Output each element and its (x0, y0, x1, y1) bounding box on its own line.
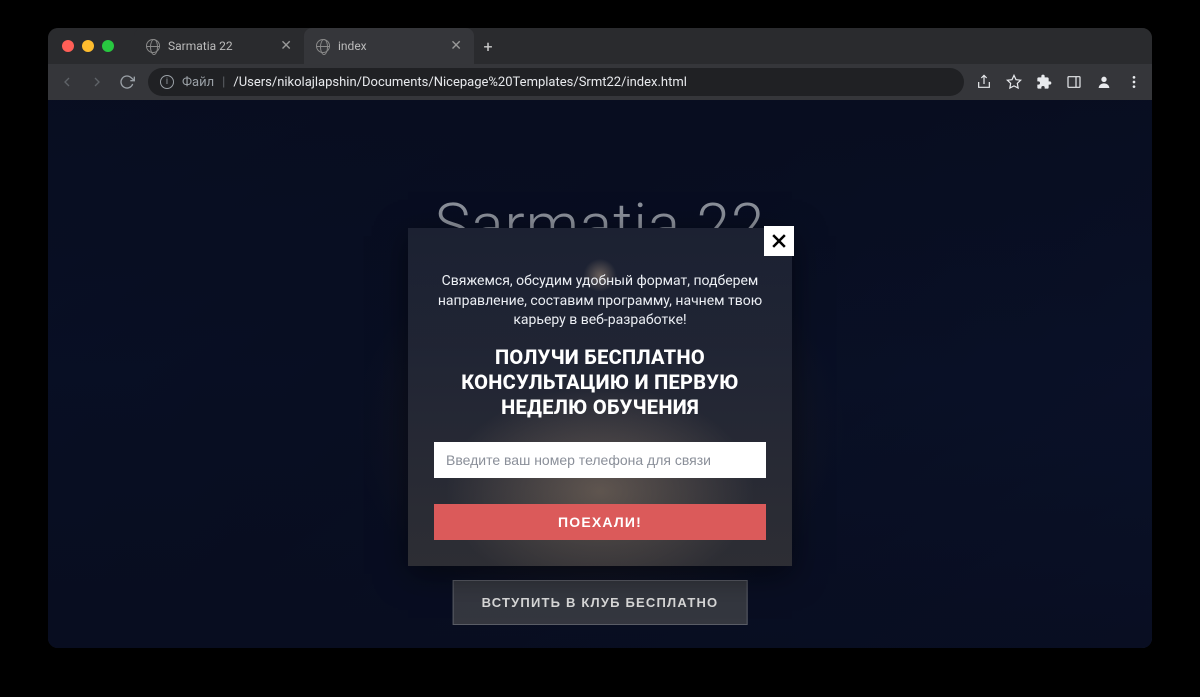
bookmark-star-icon[interactable] (1006, 74, 1022, 90)
url-field[interactable]: i Файл | /Users/nikolajlapshin/Documents… (148, 68, 964, 96)
share-icon[interactable] (976, 74, 992, 90)
globe-icon (146, 39, 160, 53)
profile-icon[interactable] (1096, 74, 1112, 90)
tab-title: index (338, 39, 367, 53)
back-button[interactable] (58, 73, 76, 91)
titlebar: Sarmatia 22 ✕ index ✕ + (48, 28, 1152, 64)
address-bar: i Файл | /Users/nikolajlapshin/Documents… (48, 64, 1152, 100)
url-scheme-label: Файл (182, 75, 214, 90)
page-viewport: Sarmatia 22 В и Ста и за ВСТУПИТЬ В КЛУБ… (48, 100, 1152, 648)
site-info-icon[interactable]: i (160, 75, 174, 89)
modal-lead-text: Свяжемся, обсудим удобный формат, подбер… (434, 272, 766, 331)
extensions-icon[interactable] (1036, 74, 1052, 90)
close-window-button[interactable] (62, 40, 74, 52)
close-tab-button[interactable]: ✕ (280, 38, 292, 54)
toolbar-right (976, 74, 1142, 90)
tab-sarmatia[interactable]: Sarmatia 22 ✕ (134, 28, 304, 64)
reload-button[interactable] (118, 73, 136, 91)
modal-close-button[interactable] (764, 226, 794, 256)
menu-icon[interactable] (1126, 74, 1142, 90)
tab-strip: Sarmatia 22 ✕ index ✕ + (134, 28, 1138, 64)
modal-heading-line: ПОЛУЧИ БЕСПЛАТНО (434, 345, 766, 370)
browser-window: Sarmatia 22 ✕ index ✕ + i Файл | (48, 28, 1152, 648)
modal-heading-line: НЕДЕЛЮ ОБУЧЕНИЯ (434, 395, 766, 420)
popup-modal: Свяжемся, обсудим удобный формат, подбер… (408, 228, 792, 566)
modal-heading-line: КОНСУЛЬТАЦИЮ И ПЕРВУЮ (434, 370, 766, 395)
maximize-window-button[interactable] (102, 40, 114, 52)
separator: | (222, 75, 225, 90)
panel-icon[interactable] (1066, 74, 1082, 90)
phone-input[interactable] (434, 442, 766, 478)
modal-submit-button[interactable]: ПОЕХАЛИ! (434, 504, 766, 540)
url-path: /Users/nikolajlapshin/Documents/Nicepage… (233, 75, 687, 90)
tab-index[interactable]: index ✕ (304, 28, 474, 64)
tab-title: Sarmatia 22 (168, 39, 233, 53)
globe-icon (316, 39, 330, 53)
minimize-window-button[interactable] (82, 40, 94, 52)
hero-cta-button[interactable]: ВСТУПИТЬ В КЛУБ БЕСПЛАТНО (453, 580, 748, 625)
modal-heading: ПОЛУЧИ БЕСПЛАТНО КОНСУЛЬТАЦИЮ И ПЕРВУЮ Н… (434, 345, 766, 420)
forward-button[interactable] (88, 73, 106, 91)
window-controls (62, 40, 114, 52)
close-tab-button[interactable]: ✕ (450, 38, 462, 54)
new-tab-button[interactable]: + (474, 28, 502, 64)
